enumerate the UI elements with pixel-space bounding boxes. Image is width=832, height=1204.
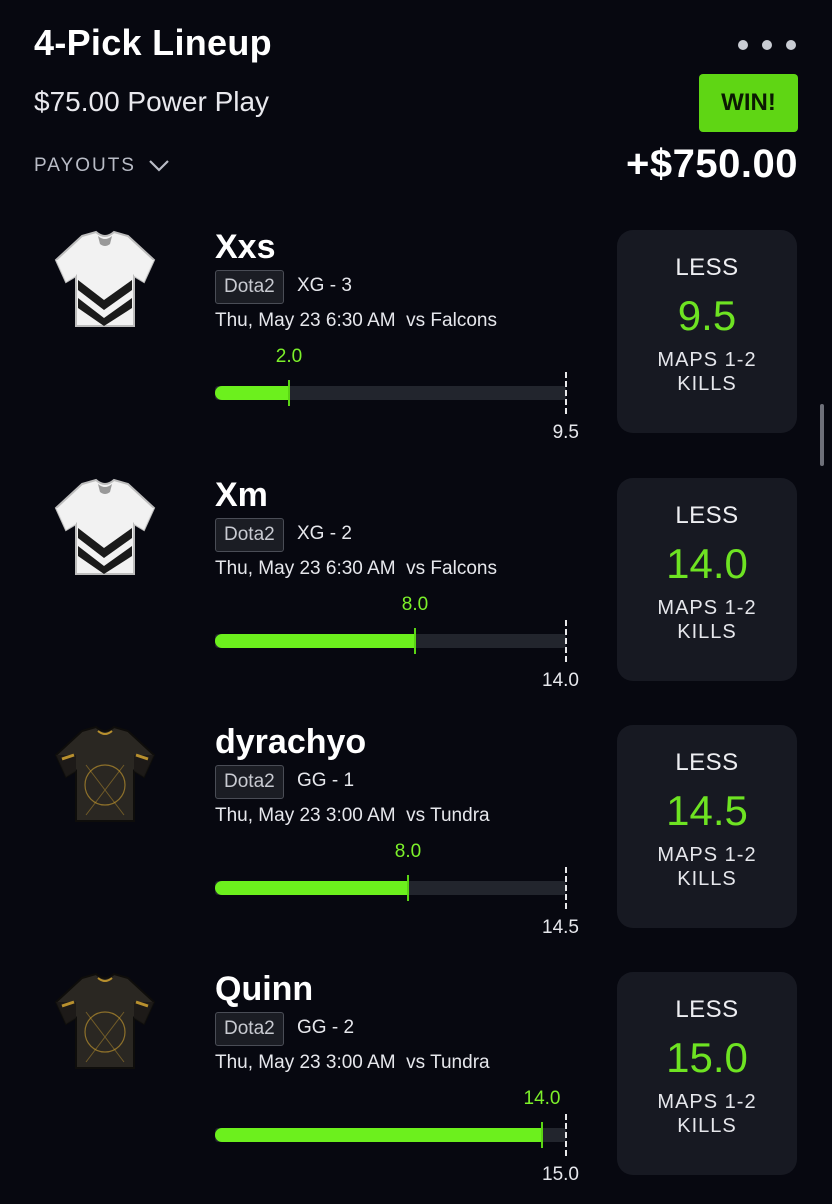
direction-label: LESS — [675, 749, 739, 776]
actual-value: 2.0 — [275, 346, 303, 367]
stat-scope: MAPS 1-2 — [657, 844, 757, 866]
line-marker — [565, 1114, 567, 1156]
progress-bar: 8.0 14.0 — [215, 594, 579, 691]
payout-amount: +$750.00 — [626, 142, 798, 186]
projection-value: 15.0 — [666, 1034, 748, 1081]
stat-type: KILLS — [677, 1115, 737, 1137]
line-value: 14.0 — [542, 670, 579, 691]
actual-value: 14.0 — [523, 1088, 561, 1109]
progress-fill — [215, 634, 415, 648]
progress-bar: 2.0 9.5 — [215, 346, 579, 443]
stat-type: KILLS — [677, 621, 737, 643]
game-info: Thu, May 23 3:00 AM vs Tundra — [215, 1052, 490, 1073]
direction-label: LESS — [675, 502, 739, 529]
pick-row: Quinn Dota2 GG - 2 Thu, May 23 3:00 AM v… — [0, 970, 832, 1204]
line-marker — [565, 372, 567, 414]
black-gold-jersey-icon — [52, 725, 158, 825]
game-tag: Dota2 — [215, 765, 284, 799]
projection-card[interactable]: LESS 15.0 MAPS 1-2 KILLS — [617, 972, 797, 1175]
lineup-title: 4-Pick Lineup — [34, 22, 272, 63]
progress-bar: 14.0 15.0 — [215, 1088, 579, 1185]
player-name: Xm — [215, 476, 268, 514]
game-tag: Dota2 — [215, 1012, 284, 1046]
progress-marker — [414, 628, 416, 654]
pick-row: Xm Dota2 XG - 2 Thu, May 23 6:30 AM vs F… — [0, 476, 832, 710]
payouts-label: PAYOUTS — [34, 155, 136, 176]
progress-marker — [541, 1122, 543, 1148]
projection-card[interactable]: LESS 9.5 MAPS 1-2 KILLS — [617, 230, 797, 433]
stat-scope: MAPS 1-2 — [657, 597, 757, 619]
progress-fill — [215, 386, 289, 400]
team-position: XG - 2 — [297, 523, 352, 544]
stat-scope: MAPS 1-2 — [657, 349, 757, 371]
win-badge: WIN! — [699, 74, 798, 132]
team-position: XG - 3 — [297, 275, 352, 296]
line-value: 14.5 — [542, 917, 579, 938]
actual-value: 8.0 — [401, 594, 429, 615]
game-info: Thu, May 23 3:00 AM vs Tundra — [215, 805, 490, 826]
player-name: Quinn — [215, 970, 314, 1008]
stat-scope: MAPS 1-2 — [657, 1091, 757, 1113]
player-name: dyrachyo — [215, 723, 367, 761]
line-value: 9.5 — [552, 422, 579, 443]
projection-value: 9.5 — [677, 292, 737, 339]
pick-row: dyrachyo Dota2 GG - 1 Thu, May 23 3:00 A… — [0, 723, 832, 957]
line-marker — [565, 867, 567, 909]
projection-value: 14.5 — [666, 787, 748, 834]
white-jersey-icon — [52, 230, 158, 330]
more-options-icon[interactable] — [738, 40, 796, 50]
projection-value: 14.0 — [666, 540, 748, 587]
game-tag: Dota2 — [215, 518, 284, 552]
stat-type: KILLS — [677, 868, 737, 890]
white-jersey-icon — [52, 478, 158, 578]
pick-row: Xxs Dota2 XG - 3 Thu, May 23 6:30 AM vs … — [0, 228, 832, 462]
projection-card[interactable]: LESS 14.0 MAPS 1-2 KILLS — [617, 478, 797, 681]
scrollbar[interactable] — [820, 404, 824, 466]
line-value: 15.0 — [542, 1164, 579, 1185]
progress-marker — [407, 875, 409, 901]
direction-label: LESS — [675, 254, 739, 281]
actual-value: 8.0 — [394, 841, 422, 862]
game-info: Thu, May 23 6:30 AM vs Falcons — [215, 558, 497, 579]
game-info: Thu, May 23 6:30 AM vs Falcons — [215, 310, 497, 331]
team-position: GG - 2 — [297, 1017, 355, 1038]
player-name: Xxs — [215, 228, 276, 266]
lineup-subtitle: $75.00 Power Play — [34, 86, 270, 117]
line-marker — [565, 620, 567, 662]
progress-bar: 8.0 14.5 — [215, 841, 579, 938]
projection-card[interactable]: LESS 14.5 MAPS 1-2 KILLS — [617, 725, 797, 928]
direction-label: LESS — [675, 996, 739, 1023]
progress-fill — [215, 881, 408, 895]
black-gold-jersey-icon — [52, 972, 158, 1072]
chevron-down-icon — [149, 160, 169, 172]
team-position: GG - 1 — [297, 770, 355, 791]
progress-marker — [288, 380, 290, 406]
game-tag: Dota2 — [215, 270, 284, 304]
payouts-toggle[interactable]: PAYOUTS — [34, 155, 170, 177]
progress-fill — [215, 1128, 542, 1142]
stat-type: KILLS — [677, 373, 737, 395]
